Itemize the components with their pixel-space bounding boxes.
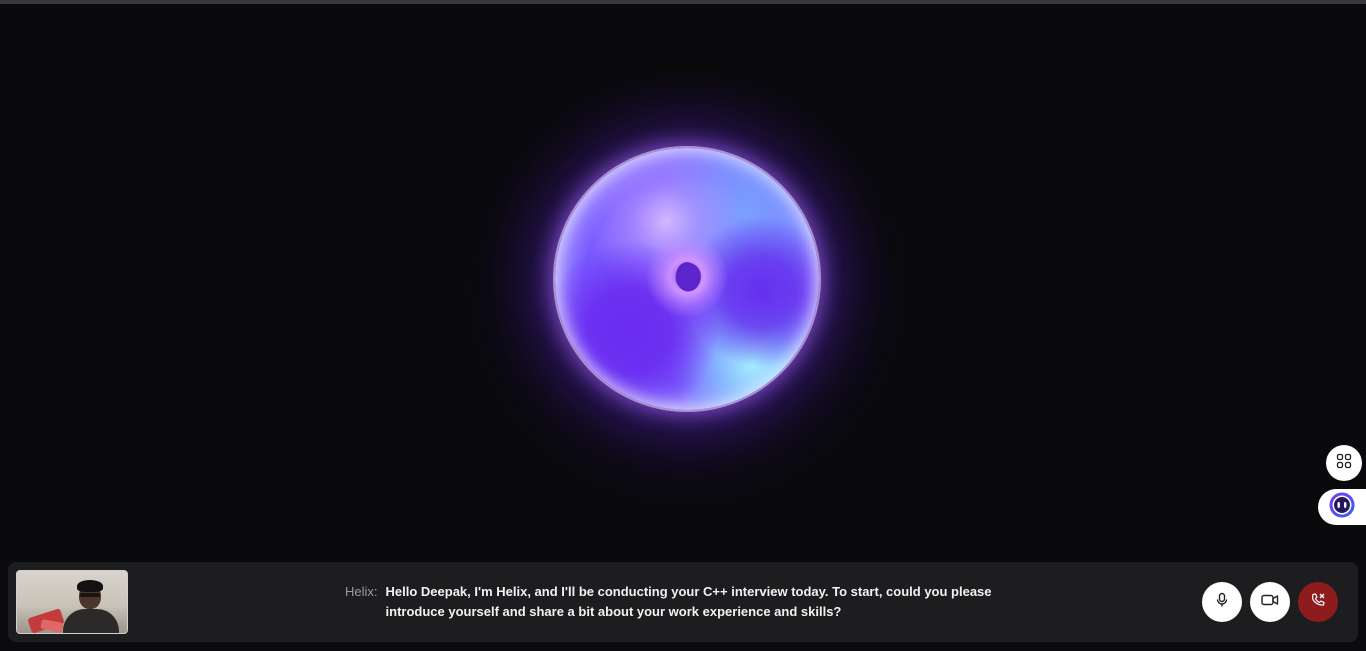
end-call-button[interactable] [1298, 582, 1338, 622]
video-camera-icon [1261, 593, 1279, 612]
camera-button[interactable] [1250, 582, 1290, 622]
apps-button[interactable] [1326, 445, 1362, 481]
self-video-preview[interactable] [16, 570, 128, 634]
mic-button[interactable] [1202, 582, 1242, 622]
assistant-icon [1329, 492, 1355, 523]
live-caption: Helix: Hello Deepak, I'm Helix, and I'll… [345, 582, 1005, 622]
microphone-icon [1214, 592, 1230, 613]
apps-grid-icon [1336, 453, 1352, 474]
assistant-button[interactable] [1318, 489, 1366, 525]
caption-message: Hello Deepak, I'm Helix, and I'll be con… [385, 584, 992, 619]
person-body [63, 609, 119, 633]
call-controls-bar: Helix: Hello Deepak, I'm Helix, and I'll… [8, 562, 1358, 642]
person-hair [77, 580, 103, 592]
end-call-icon [1310, 592, 1326, 613]
caption-speaker: Helix: [345, 584, 378, 599]
person-glasses [80, 593, 100, 597]
